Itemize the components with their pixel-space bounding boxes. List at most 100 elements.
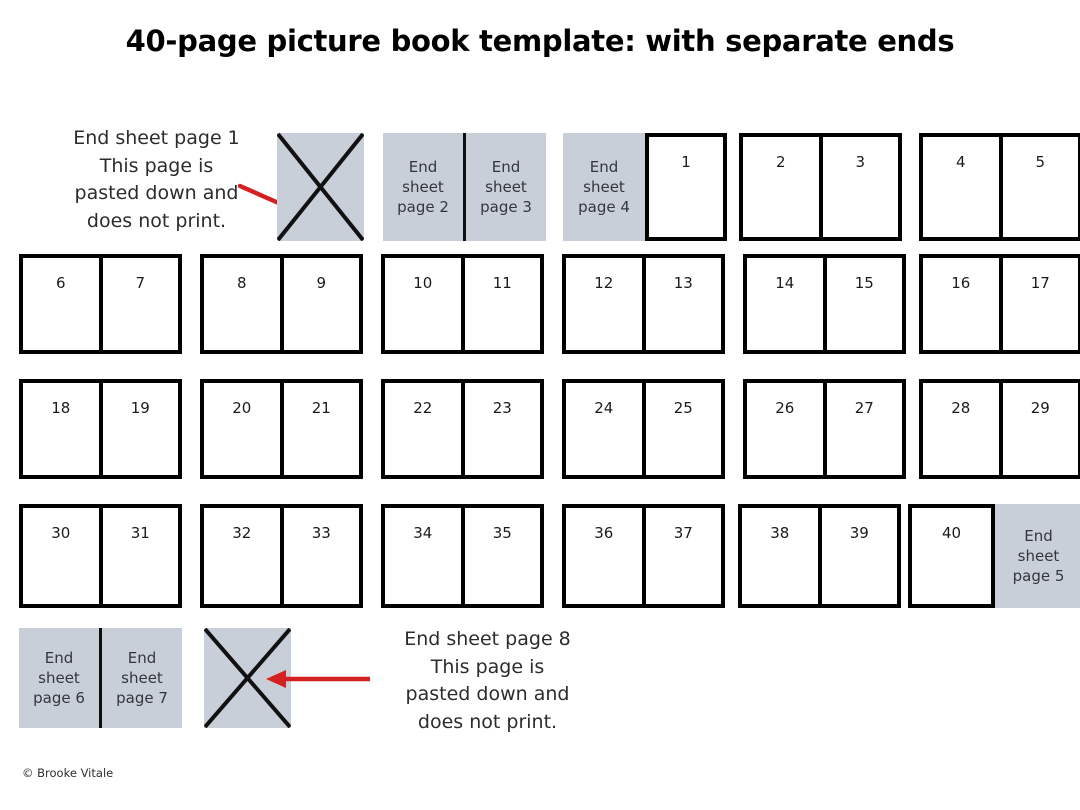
page-number: 37 xyxy=(673,524,693,542)
page-box[interactable]: 15 xyxy=(824,254,906,354)
page-number: 31 xyxy=(130,524,150,542)
page-number: 8 xyxy=(236,274,247,292)
page-box[interactable]: 5 xyxy=(1000,133,1080,241)
page-box[interactable]: 9 xyxy=(281,254,363,354)
page-number: 22 xyxy=(413,399,433,417)
page-box[interactable]: 25 xyxy=(643,379,725,479)
page-number: 32 xyxy=(232,524,252,542)
spread-30-31: 30 31 xyxy=(19,504,182,608)
page-number: 10 xyxy=(413,274,433,292)
note-line: This page is xyxy=(430,655,545,678)
spread-28-29: 28 29 xyxy=(919,379,1080,479)
note-endsheet-page-8: End sheet page 8 This page is pasted dow… xyxy=(375,626,600,736)
spread-4-5: 4 5 xyxy=(919,133,1080,241)
page-box[interactable]: 20 xyxy=(200,379,282,479)
page-box[interactable]: 16 xyxy=(919,254,1001,354)
spread-34-35: 34 35 xyxy=(381,504,544,608)
endsheet-line: page 5 xyxy=(1012,567,1065,586)
page-box[interactable]: 26 xyxy=(743,379,825,479)
spread-12-13: 12 13 xyxy=(562,254,725,354)
endsheet-page-6: End sheet page 6 xyxy=(19,628,102,728)
page-number: 17 xyxy=(1030,274,1050,292)
page-number: 3 xyxy=(855,153,866,171)
page-box[interactable]: 23 xyxy=(462,379,544,479)
page-number: 1 xyxy=(681,153,691,171)
page-box[interactable]: 14 xyxy=(743,254,825,354)
endsheet-line: sheet xyxy=(38,668,80,687)
page-number: 23 xyxy=(492,399,512,417)
endsheet-line: page 6 xyxy=(33,689,85,708)
book-template-canvas: 40-page picture book template: with sepa… xyxy=(0,0,1080,810)
page-box[interactable]: 24 xyxy=(562,379,644,479)
page-box[interactable]: 12 xyxy=(562,254,644,354)
page-box[interactable]: 19 xyxy=(100,379,182,479)
note-line: pasted down and xyxy=(405,683,570,706)
endsheet-spread-6-7: End sheet page 6 End sheet page 7 xyxy=(19,628,182,728)
page-box[interactable]: 38 xyxy=(738,504,820,608)
page-box[interactable]: 1 xyxy=(645,133,727,241)
spread-24-25: 24 25 xyxy=(562,379,725,479)
page-box[interactable]: 2 xyxy=(739,133,821,241)
endsheet-line: End xyxy=(1024,526,1053,545)
endsheet-line: End xyxy=(589,157,619,176)
page-box[interactable]: 36 xyxy=(562,504,644,608)
endsheet-page-4: End sheet page 4 xyxy=(563,133,645,241)
endsheet-spread-2-3: End sheet page 2 End sheet page 3 xyxy=(383,133,546,241)
page-box[interactable]: 18 xyxy=(19,379,101,479)
page-box[interactable]: 37 xyxy=(643,504,725,608)
page-box[interactable]: 13 xyxy=(643,254,725,354)
page-box[interactable]: 32 xyxy=(200,504,282,608)
spread-32-33: 32 33 xyxy=(200,504,363,608)
page-box[interactable]: 8 xyxy=(200,254,282,354)
endsheet-line: page 2 xyxy=(397,198,449,217)
page-box[interactable]: 17 xyxy=(1000,254,1080,354)
page-number: 9 xyxy=(316,274,327,292)
note-line: pasted down and xyxy=(74,182,239,205)
page-number: 24 xyxy=(594,399,614,417)
page-box[interactable]: 35 xyxy=(462,504,544,608)
spread-16-17: 16 17 xyxy=(919,254,1080,354)
page-box[interactable]: 39 xyxy=(819,504,901,608)
spread-14-15: 14 15 xyxy=(743,254,906,354)
page-box[interactable]: 6 xyxy=(19,254,101,354)
page-box[interactable]: 28 xyxy=(919,379,1001,479)
page-box[interactable]: 40 xyxy=(908,504,995,608)
page-box[interactable]: 4 xyxy=(919,133,1001,241)
page-number: 14 xyxy=(775,274,795,292)
page-box[interactable]: 31 xyxy=(100,504,182,608)
endsheet-page-2: End sheet page 2 xyxy=(383,133,466,241)
page-box[interactable]: 3 xyxy=(820,133,902,241)
note-line: does not print. xyxy=(417,710,558,733)
page-box[interactable]: 22 xyxy=(381,379,463,479)
spread-40-endsheet5: 40 End sheet page 5 xyxy=(908,504,1080,608)
page-number: 34 xyxy=(413,524,433,542)
endsheet-line: sheet xyxy=(583,177,625,196)
page-number: 30 xyxy=(51,524,71,542)
page-box[interactable]: 33 xyxy=(281,504,363,608)
page-number: 27 xyxy=(854,399,874,417)
endsheet-line: page 3 xyxy=(480,198,532,217)
spread-18-19: 18 19 xyxy=(19,379,182,479)
spread-36-37: 36 37 xyxy=(562,504,725,608)
page-number: 13 xyxy=(673,274,693,292)
page-box[interactable]: 7 xyxy=(100,254,182,354)
endsheet-line: End xyxy=(127,648,157,667)
page-number: 36 xyxy=(594,524,614,542)
page-box[interactable]: 21 xyxy=(281,379,363,479)
arrow-left-icon xyxy=(262,668,372,690)
note-line: End sheet page 1 xyxy=(73,127,240,149)
page-box[interactable]: 30 xyxy=(19,504,101,608)
page-number: 11 xyxy=(492,274,512,292)
page-number: 4 xyxy=(955,153,966,171)
page-box[interactable]: 11 xyxy=(462,254,544,354)
endsheet-line: sheet xyxy=(121,668,163,687)
page-box[interactable]: 10 xyxy=(381,254,463,354)
page-title: 40-page picture book template: with sepa… xyxy=(125,24,955,58)
page-number: 26 xyxy=(775,399,795,417)
page-box[interactable]: 34 xyxy=(381,504,463,608)
page-box[interactable]: 29 xyxy=(1000,379,1080,479)
endsheet-page-3: End sheet page 3 xyxy=(466,133,546,241)
endsheet-line: sheet xyxy=(1017,546,1060,565)
endsheet-page-5: End sheet page 5 xyxy=(995,504,1080,608)
page-box[interactable]: 27 xyxy=(824,379,906,479)
